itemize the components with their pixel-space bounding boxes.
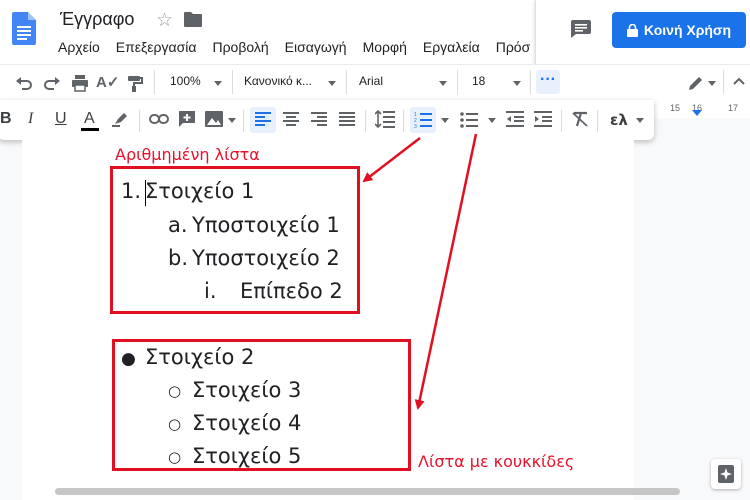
align-right-icon[interactable] xyxy=(311,112,327,126)
header-actions: Κοινή Χρήση xyxy=(535,0,750,64)
numbered-list-dropdown-icon[interactable] xyxy=(441,118,449,123)
size-dropdown-icon[interactable] xyxy=(513,81,521,86)
ruler[interactable]: 15 16 17 xyxy=(640,100,750,118)
toolbar-divider xyxy=(232,70,233,94)
bulleted-list-icon[interactable] xyxy=(460,111,478,128)
menu-bar: Αρχείο Επεξεργασία Προβολή Εισαγωγή Μορφ… xyxy=(58,39,546,55)
spellcheck-icon[interactable]: A✓ xyxy=(96,73,119,91)
toolbar-divider xyxy=(154,70,155,94)
editing-mode-dropdown-icon[interactable] xyxy=(708,81,716,86)
bold-icon[interactable]: B xyxy=(0,110,12,128)
list-marker: b. xyxy=(168,246,189,270)
add-comment-icon[interactable] xyxy=(178,110,196,128)
toolbar-divider xyxy=(346,70,347,94)
list-item-text[interactable]: Υποστοιχείο 2 xyxy=(192,246,340,270)
list-marker: a. xyxy=(168,213,188,237)
folder-icon[interactable] xyxy=(184,12,202,27)
explore-icon xyxy=(718,465,734,483)
menu-tools[interactable]: Εργαλεία xyxy=(423,39,480,55)
numbered-list-caption: Αριθμημένη λίστα xyxy=(115,145,260,164)
more-options-button[interactable]: ··· xyxy=(536,70,560,94)
formatting-toolbar-popup xyxy=(0,100,654,140)
menu-insert[interactable]: Εισαγωγή xyxy=(285,39,347,55)
list-item-text[interactable]: Στοιχείο 5 xyxy=(192,444,301,468)
list-marker: 1. xyxy=(121,179,142,203)
style-dropdown-icon[interactable] xyxy=(328,81,336,86)
list-item-text[interactable]: Στοιχείο 4 xyxy=(192,411,301,435)
list-marker: i. xyxy=(204,279,217,303)
input-tools-dropdown-icon[interactable] xyxy=(636,118,644,123)
line-spacing-icon[interactable] xyxy=(375,110,395,128)
ruler-mark: 15 xyxy=(670,103,681,113)
list-item-text[interactable]: Στοιχείο 3 xyxy=(192,378,301,402)
insert-image-icon[interactable] xyxy=(205,111,223,127)
bulleted-list-dropdown-icon[interactable] xyxy=(488,118,496,123)
font-select[interactable]: Arial xyxy=(359,74,383,88)
align-center-icon[interactable] xyxy=(283,112,299,126)
decrease-indent-icon[interactable] xyxy=(506,111,524,127)
list-marker: ○ xyxy=(168,382,182,400)
link-icon[interactable] xyxy=(149,113,169,125)
list-item-text[interactable]: Υποστοιχείο 1 xyxy=(192,213,340,237)
redo-icon[interactable] xyxy=(42,73,62,93)
menu-addons[interactable]: Πρόσ xyxy=(496,39,531,55)
toolbar-divider xyxy=(723,70,724,94)
lock-icon xyxy=(626,23,638,37)
toolbar-divider xyxy=(457,70,458,94)
star-icon[interactable]: ☆ xyxy=(156,9,173,32)
paint-format-icon[interactable] xyxy=(124,73,144,93)
menu-format[interactable]: Μορφή xyxy=(363,39,407,55)
increase-indent-icon[interactable] xyxy=(534,111,552,127)
text-color-bar xyxy=(81,128,99,131)
menu-view[interactable]: Προβολή xyxy=(212,39,268,55)
align-left-icon[interactable] xyxy=(255,112,271,126)
editing-mode-icon[interactable] xyxy=(686,73,706,93)
toolbar-divider xyxy=(243,110,244,132)
input-tools-button[interactable]: ελ xyxy=(610,111,628,129)
collapse-toolbar-icon[interactable] xyxy=(733,77,745,85)
explore-button[interactable] xyxy=(711,459,741,489)
undo-icon[interactable] xyxy=(14,73,34,93)
font-dropdown-icon[interactable] xyxy=(439,81,447,86)
list-marker: ○ xyxy=(168,415,182,433)
toolbar-divider xyxy=(403,110,404,132)
list-item-text[interactable]: Επίπεδο 2 xyxy=(240,279,343,303)
comment-icon[interactable] xyxy=(571,20,591,38)
share-button-label: Κοινή Χρήση xyxy=(643,22,732,38)
right-indent-marker[interactable] xyxy=(692,110,702,116)
list-item-text[interactable]: Στοιχείο 2 xyxy=(145,345,254,369)
list-item-text[interactable]: Στοιχείο 1 xyxy=(145,179,254,203)
menu-file[interactable]: Αρχείο xyxy=(58,39,100,55)
toolbar-divider xyxy=(597,110,598,132)
toolbar-divider xyxy=(139,110,140,132)
zoom-dropdown-icon[interactable] xyxy=(214,81,222,86)
print-icon[interactable] xyxy=(70,73,90,93)
docs-logo-icon[interactable] xyxy=(12,12,36,45)
text-color-icon[interactable]: A xyxy=(84,110,95,128)
ruler-mark: 17 xyxy=(728,103,739,113)
horizontal-scrollbar[interactable] xyxy=(55,488,680,495)
numbered-list-icon[interactable]: 123 xyxy=(414,111,432,128)
share-button[interactable]: Κοινή Χρήση xyxy=(612,12,746,48)
image-dropdown-icon[interactable] xyxy=(228,118,236,123)
font-size-select[interactable]: 18 xyxy=(472,74,485,88)
highlight-icon[interactable] xyxy=(112,111,130,127)
bullet-list-caption: Λίστα με κουκκίδες xyxy=(418,452,575,471)
style-select[interactable]: Κανονικό κ... xyxy=(244,74,312,88)
clear-formatting-icon[interactable] xyxy=(571,111,589,127)
align-justify-icon[interactable] xyxy=(339,112,355,126)
list-marker: ○ xyxy=(168,448,182,466)
toolbar-divider xyxy=(561,110,562,132)
document-title[interactable]: Έγγραφο xyxy=(60,9,134,30)
italic-icon[interactable]: I xyxy=(28,110,33,128)
svg-text:3: 3 xyxy=(414,124,417,128)
toolbar-divider xyxy=(365,110,366,132)
toolbar-divider xyxy=(530,70,531,94)
list-item[interactable]: 1. xyxy=(121,179,141,203)
list-marker: ● xyxy=(121,349,136,369)
header-bar: Έγγραφο ☆ Αρχείο Επεξεργασία Προβολή Εισ… xyxy=(0,0,750,64)
underline-icon[interactable]: U xyxy=(55,110,67,128)
menu-edit[interactable]: Επεξεργασία xyxy=(116,39,197,55)
zoom-select[interactable]: 100% xyxy=(170,74,201,88)
